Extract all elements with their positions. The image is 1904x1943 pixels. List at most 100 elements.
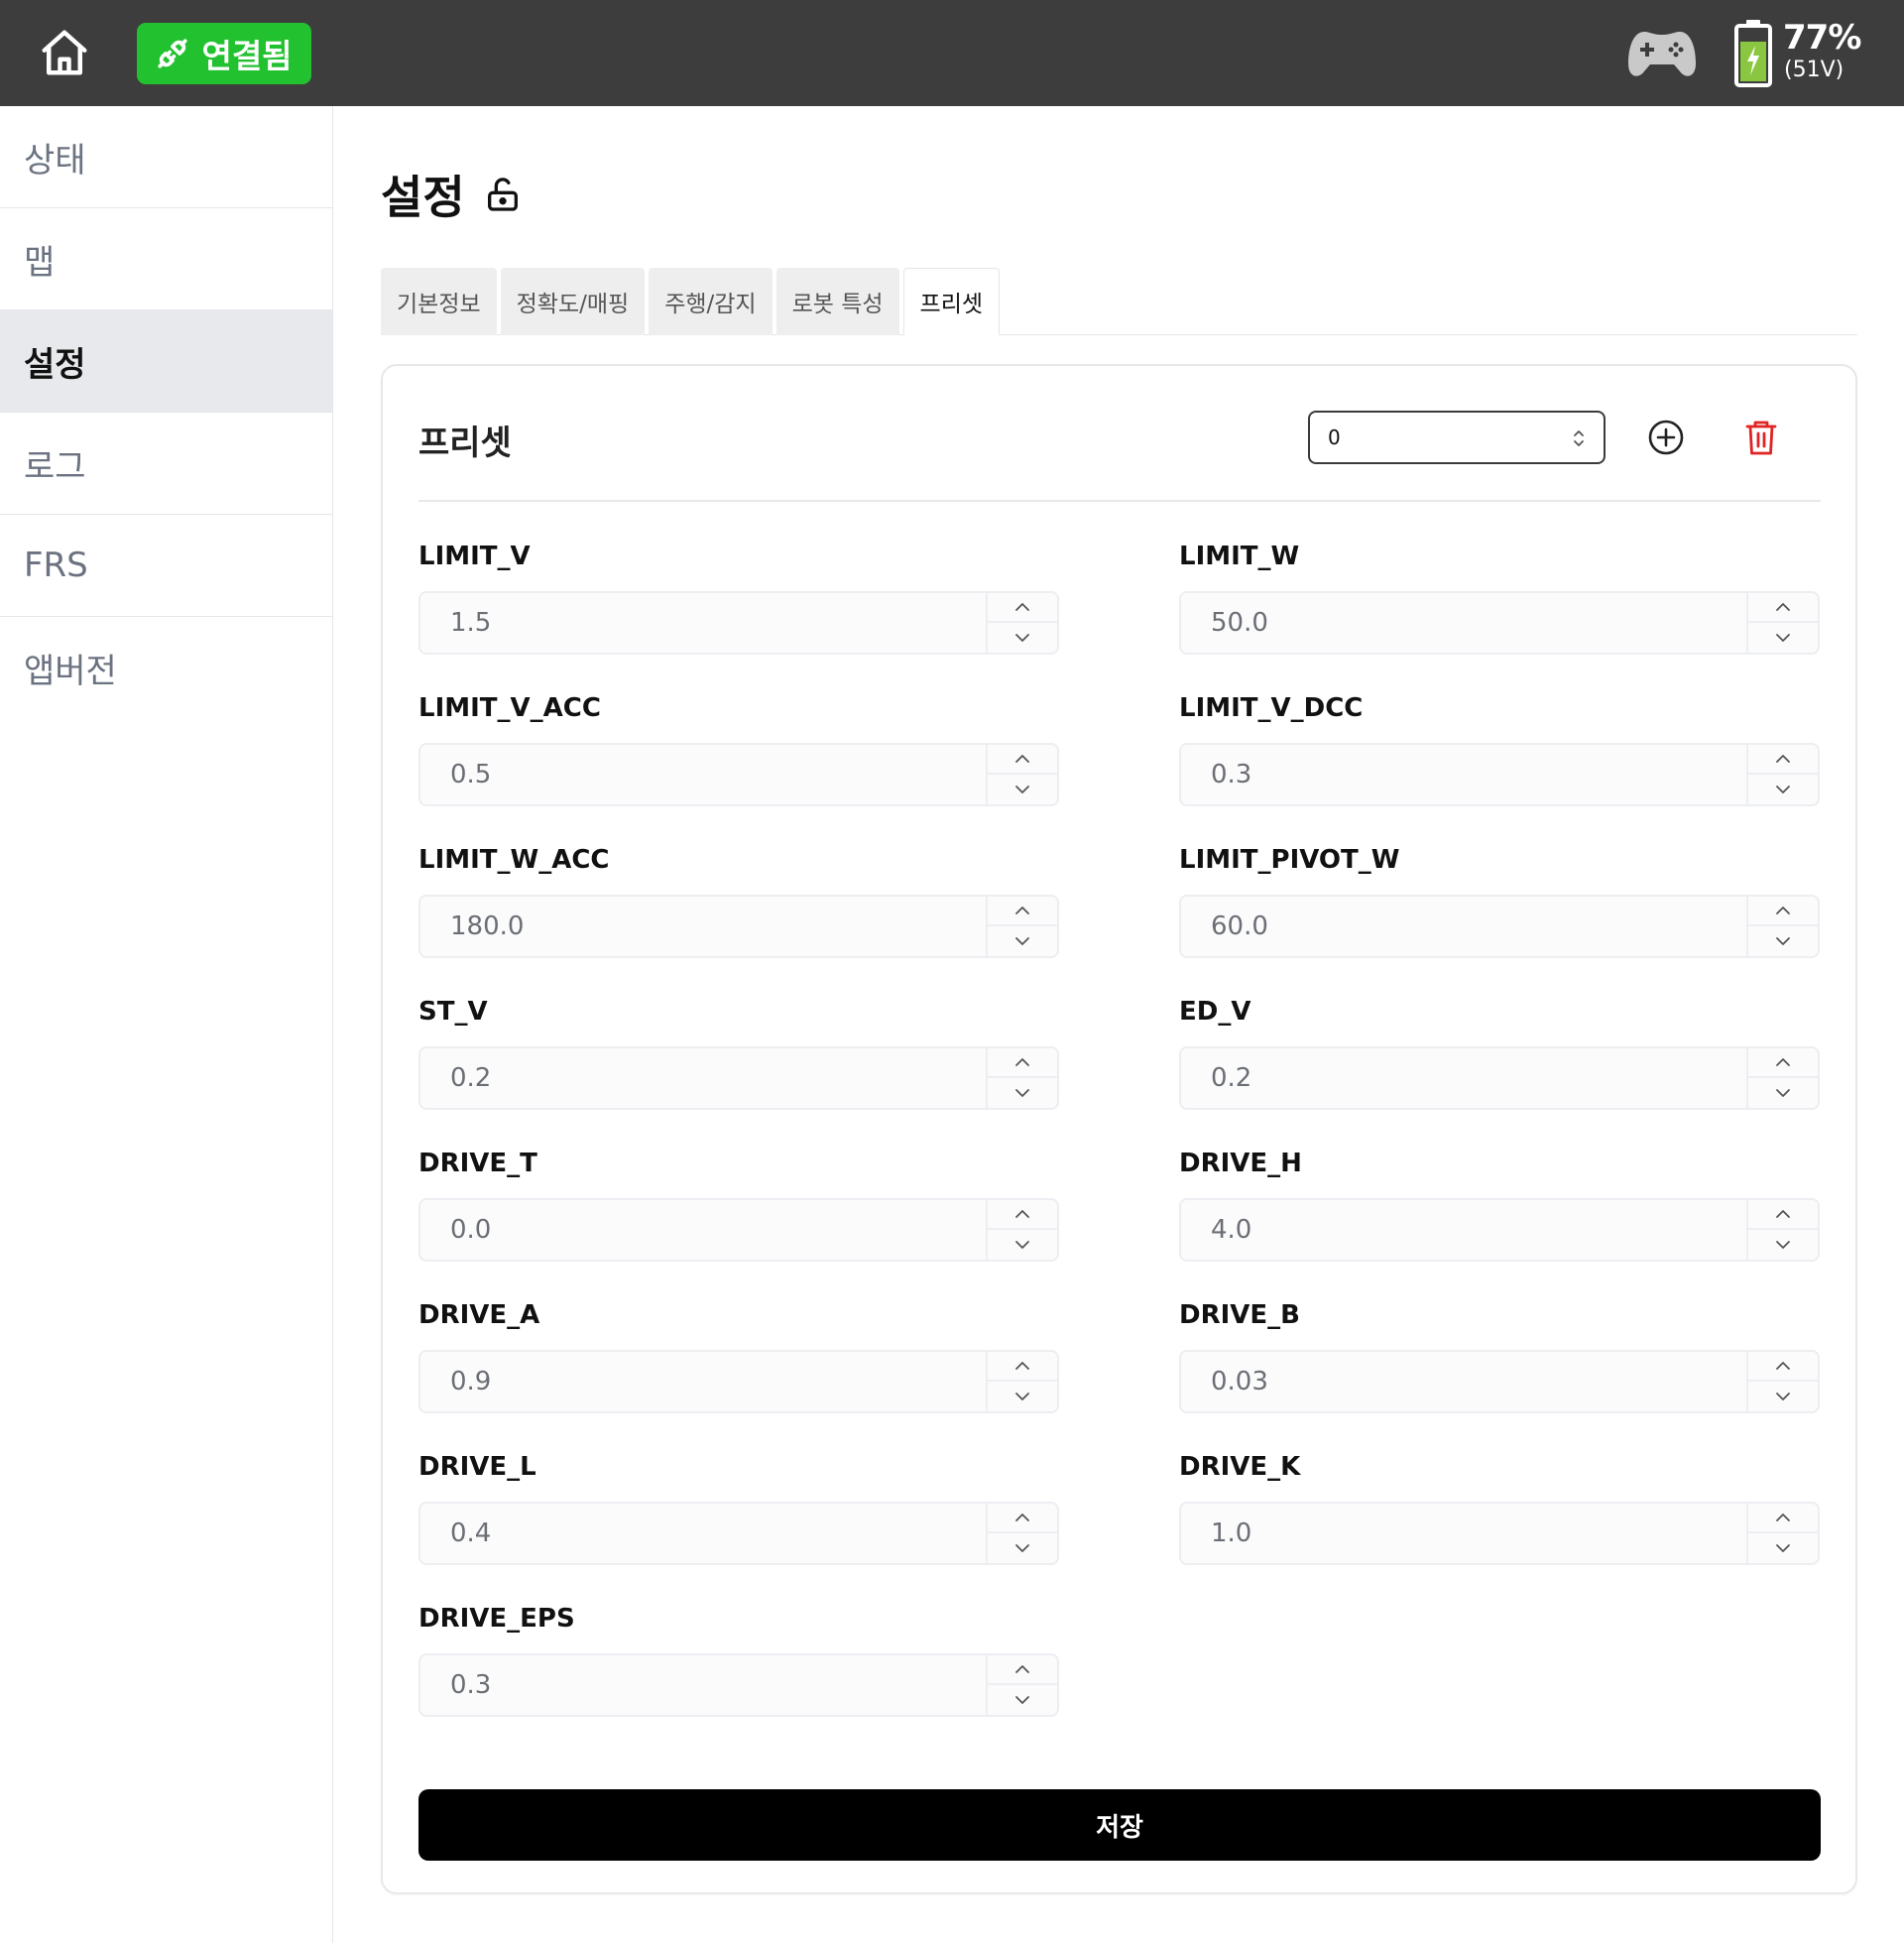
- sidebar-item-log[interactable]: 로그: [0, 413, 332, 515]
- decrement-button[interactable]: [1748, 1230, 1818, 1260]
- chevron-up-icon: [1015, 1210, 1029, 1218]
- connection-status-badge[interactable]: 연결됨: [137, 23, 311, 84]
- tab-preset[interactable]: 프리셋: [902, 268, 1001, 335]
- preset-select-value: 0: [1328, 425, 1341, 449]
- increment-button[interactable]: [988, 1048, 1057, 1078]
- gamepad-icon[interactable]: [1626, 26, 1698, 83]
- increment-button[interactable]: [988, 1504, 1057, 1533]
- number-input[interactable]: 1.5: [418, 591, 1059, 655]
- decrement-button[interactable]: [988, 623, 1057, 653]
- field-drive-eps: DRIVE_EPS 0.3: [418, 1604, 1059, 1717]
- tab-basic-info[interactable]: 기본정보: [381, 268, 497, 335]
- sidebar-item-label: 상태: [24, 140, 86, 181]
- increment-button[interactable]: [1748, 593, 1818, 623]
- increment-button[interactable]: [1748, 1352, 1818, 1382]
- field-limit-v: LIMIT_V 1.5: [418, 542, 1059, 655]
- number-input-value: 0.3: [1211, 760, 1252, 789]
- number-input[interactable]: 0.03: [1179, 1350, 1820, 1413]
- number-input[interactable]: 0.3: [418, 1653, 1059, 1717]
- decrement-button[interactable]: [1748, 623, 1818, 653]
- decrement-button[interactable]: [988, 926, 1057, 956]
- number-input-value: 180.0: [450, 911, 525, 941]
- decrement-button[interactable]: [988, 1230, 1057, 1260]
- chevron-up-icon: [1015, 1665, 1029, 1673]
- number-input[interactable]: 0.0: [418, 1198, 1059, 1262]
- preset-select[interactable]: 0: [1308, 411, 1606, 464]
- chevron-down-icon: [1015, 1089, 1029, 1097]
- decrement-button[interactable]: [988, 1382, 1057, 1411]
- sidebar-item-frs[interactable]: FRS: [0, 515, 332, 617]
- chevron-down-icon: [1015, 937, 1029, 945]
- number-input[interactable]: 60.0: [1179, 895, 1820, 958]
- main-content: 설정 기본정보 정확도/매핑 주행/감지 로봇 특성 프리셋 프리셋 0 LIM…: [333, 106, 1904, 1943]
- number-input-value: 0.0: [450, 1215, 492, 1245]
- number-input[interactable]: 0.5: [418, 743, 1059, 806]
- increment-button[interactable]: [1748, 745, 1818, 775]
- sidebar-item-app-version[interactable]: 앱버전: [0, 617, 332, 719]
- sidebar-item-label: 앱버전: [24, 652, 117, 691]
- add-preset-button[interactable]: [1647, 419, 1685, 456]
- number-input-value: 1.0: [1211, 1518, 1252, 1548]
- decrement-button[interactable]: [988, 775, 1057, 804]
- field-label: ST_V: [418, 997, 488, 1027]
- field-limit-v-acc: LIMIT_V_ACC 0.5: [418, 693, 1059, 806]
- increment-button[interactable]: [988, 897, 1057, 926]
- decrement-button[interactable]: [1748, 775, 1818, 804]
- number-input-value: 0.9: [450, 1367, 492, 1397]
- save-button[interactable]: 저장: [418, 1789, 1821, 1861]
- increment-button[interactable]: [988, 1352, 1057, 1382]
- decrement-button[interactable]: [1748, 1078, 1818, 1108]
- number-input-value: 4.0: [1211, 1215, 1252, 1245]
- increment-button[interactable]: [1748, 1048, 1818, 1078]
- decrement-button[interactable]: [988, 1533, 1057, 1563]
- unlock-icon[interactable]: [483, 175, 523, 214]
- decrement-button[interactable]: [1748, 1533, 1818, 1563]
- number-input-value: 50.0: [1211, 608, 1268, 638]
- increment-button[interactable]: [1748, 1504, 1818, 1533]
- increment-button[interactable]: [988, 593, 1057, 623]
- number-input[interactable]: 4.0: [1179, 1198, 1820, 1262]
- chevron-down-icon: [1776, 634, 1790, 642]
- home-button[interactable]: [34, 22, 95, 83]
- increment-button[interactable]: [1748, 1200, 1818, 1230]
- decrement-button[interactable]: [988, 1685, 1057, 1715]
- sidebar-item-map[interactable]: 맵: [0, 208, 332, 310]
- select-updown-icon: [1574, 430, 1584, 446]
- chevron-up-icon: [1015, 1058, 1029, 1066]
- number-input[interactable]: 0.9: [418, 1350, 1059, 1413]
- increment-button[interactable]: [988, 1655, 1057, 1685]
- tab-driving-detection[interactable]: 주행/감지: [649, 268, 773, 335]
- decrement-button[interactable]: [1748, 926, 1818, 956]
- sidebar-item-status[interactable]: 상태: [0, 106, 332, 208]
- sidebar-item-settings[interactable]: 설정: [0, 310, 332, 413]
- number-input[interactable]: 1.0: [1179, 1502, 1820, 1565]
- sidebar-item-label: FRS: [24, 546, 88, 585]
- home-icon: [42, 30, 87, 75]
- field-label: DRIVE_H: [1179, 1149, 1302, 1178]
- card-divider: [418, 500, 1821, 502]
- chevron-down-icon: [1776, 1544, 1790, 1552]
- number-input[interactable]: 0.3: [1179, 743, 1820, 806]
- chevron-down-icon: [1776, 1241, 1790, 1249]
- chevron-up-icon: [1776, 755, 1790, 763]
- increment-button[interactable]: [988, 745, 1057, 775]
- number-input[interactable]: 50.0: [1179, 591, 1820, 655]
- decrement-button[interactable]: [988, 1078, 1057, 1108]
- number-input[interactable]: 0.4: [418, 1502, 1059, 1565]
- increment-button[interactable]: [1748, 897, 1818, 926]
- number-input[interactable]: 180.0: [418, 895, 1059, 958]
- number-input[interactable]: 0.2: [418, 1046, 1059, 1110]
- chevron-up-icon: [1015, 1362, 1029, 1370]
- increment-button[interactable]: [988, 1200, 1057, 1230]
- delete-preset-button[interactable]: [1743, 419, 1779, 456]
- chevron-up-icon: [1015, 755, 1029, 763]
- decrement-button[interactable]: [1748, 1382, 1818, 1411]
- tab-accuracy-mapping[interactable]: 정확도/매핑: [500, 268, 646, 335]
- number-input-value: 0.2: [1211, 1063, 1252, 1093]
- tab-robot-characteristics[interactable]: 로봇 특성: [775, 268, 899, 335]
- battery-charging-icon: [1734, 20, 1772, 87]
- connection-status-label: 연결됨: [201, 37, 293, 75]
- number-input-value: 0.3: [450, 1670, 492, 1700]
- number-input-value: 1.5: [450, 608, 492, 638]
- number-input[interactable]: 0.2: [1179, 1046, 1820, 1110]
